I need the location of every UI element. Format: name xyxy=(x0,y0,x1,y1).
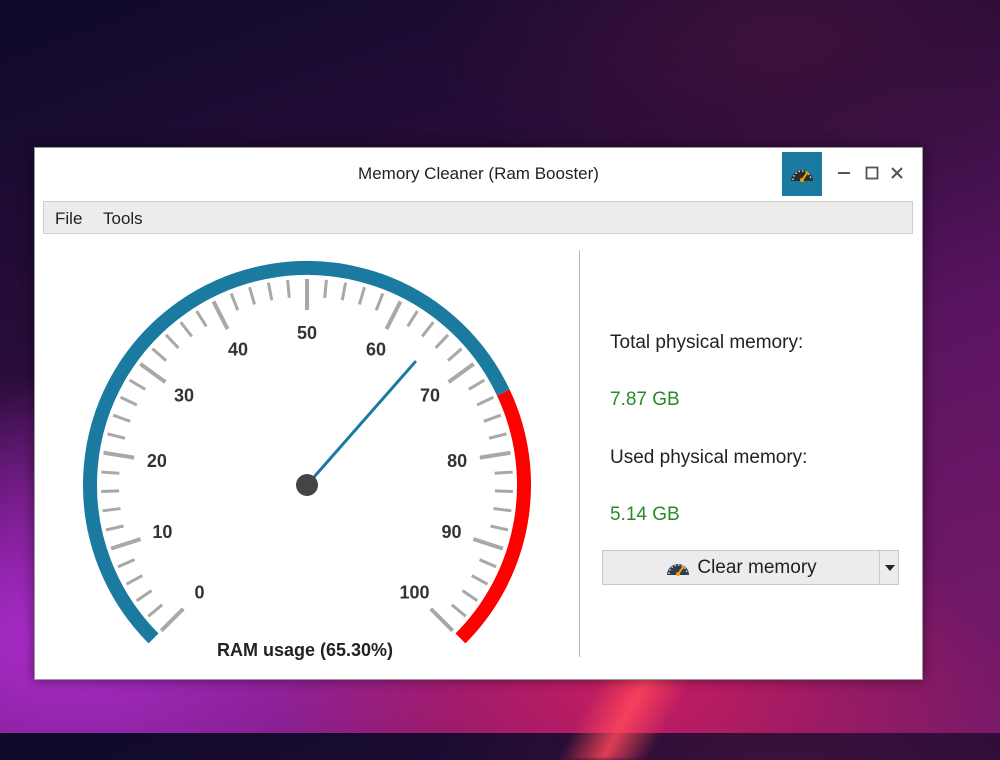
gauge-minor-tick xyxy=(461,589,479,603)
gauge-tick-label: 100 xyxy=(399,582,429,602)
gauge-minor-tick xyxy=(471,574,489,586)
gauge-minor-tick xyxy=(406,310,419,328)
gauge-minor-tick xyxy=(229,292,240,311)
gauge-tick-label: 10 xyxy=(152,522,172,542)
gauge-minor-tick xyxy=(102,507,121,513)
gauge-minor-tick xyxy=(447,347,463,362)
used-memory-label: Used physical memory: xyxy=(610,447,808,468)
gauge-major-tick xyxy=(159,607,185,633)
gauge-major-tick xyxy=(479,450,511,460)
gauge-minor-tick xyxy=(147,603,164,618)
gauge-minor-tick xyxy=(468,378,486,391)
gauge-minor-tick xyxy=(358,286,366,305)
gauge-minor-tick xyxy=(101,470,120,475)
gauge-tick-label: 0 xyxy=(195,582,205,602)
menu-tools[interactable]: Tools xyxy=(103,209,143,229)
speedometer-icon[interactable] xyxy=(782,152,822,196)
gauge-minor-tick xyxy=(483,413,502,423)
minimize-icon[interactable] xyxy=(833,162,855,184)
gauge-minor-tick xyxy=(107,432,126,440)
gauge-major-tick xyxy=(110,537,142,551)
gauge-hub xyxy=(296,474,318,496)
gauge-minor-tick xyxy=(476,395,495,407)
gauge-minor-tick xyxy=(151,347,167,362)
maximize-icon[interactable] xyxy=(861,162,883,184)
gauge-minor-tick xyxy=(340,282,348,301)
gauge-minor-tick xyxy=(125,574,143,586)
gauge-major-tick xyxy=(472,537,504,551)
gauge-needle xyxy=(305,360,418,486)
gauge-minor-tick xyxy=(286,279,291,298)
gauge-minor-tick xyxy=(179,321,193,338)
title-bar[interactable]: Memory Cleaner (Ram Booster) xyxy=(35,148,922,200)
used-memory-value: 5.14 GB xyxy=(610,504,680,525)
gauge-tick-label: 80 xyxy=(447,451,467,471)
gauge-minor-tick xyxy=(248,286,256,305)
gauge-minor-tick xyxy=(164,333,180,349)
gauge-tick-label: 70 xyxy=(420,386,440,406)
gauge-major-tick xyxy=(384,300,403,330)
gauge-minor-tick xyxy=(112,413,131,423)
gauge-tick-label: 50 xyxy=(297,323,317,343)
gauge-tick-label: 30 xyxy=(174,386,194,406)
gauge-minor-tick xyxy=(478,558,497,569)
gauge-minor-tick xyxy=(323,279,328,298)
ram-gauge: 0 10 20 30 40 50 60 70 80 90 100 xyxy=(83,261,531,643)
total-memory-label: Total physical memory: xyxy=(610,332,804,353)
gauge-tick-label: 60 xyxy=(366,340,386,360)
gauge-tick-label: 20 xyxy=(147,451,167,471)
gauge-minor-tick xyxy=(195,310,208,328)
gauge-minor-tick xyxy=(374,292,385,311)
clear-memory-split-button: Clear memory xyxy=(602,550,899,585)
gauge-minor-tick xyxy=(421,321,435,338)
gauge-minor-tick xyxy=(494,489,513,493)
close-icon[interactable] xyxy=(886,162,908,184)
gauge-major-tick xyxy=(139,362,167,384)
gauge-minor-tick xyxy=(266,282,274,301)
clear-memory-button[interactable]: Clear memory xyxy=(603,551,879,584)
gauge-tick-label: 90 xyxy=(442,522,462,542)
gauge-minor-tick xyxy=(101,489,120,493)
gauge-danger-arc xyxy=(455,389,531,643)
gauge-minor-tick xyxy=(117,558,136,569)
gauge-minor-tick xyxy=(450,603,467,618)
app-window: Memory Cleaner (Ram Booster) File Tools … xyxy=(34,147,923,680)
gauge-minor-tick xyxy=(488,432,507,440)
caret-down-icon[interactable] xyxy=(879,551,899,584)
gauge-minor-tick xyxy=(434,333,450,349)
gauge-tick-label: 40 xyxy=(228,340,248,360)
gauge-minor-tick xyxy=(493,507,512,513)
menu-file[interactable]: File xyxy=(55,209,82,229)
gauge-major-tick xyxy=(103,450,135,460)
total-memory-value: 7.87 GB xyxy=(610,389,680,410)
ram-usage-caption: RAM usage (65.30%) xyxy=(216,640,394,660)
gauge-minor-tick xyxy=(494,470,513,475)
menu-bar: File Tools xyxy=(43,201,913,234)
clear-memory-label: Clear memory xyxy=(697,556,817,578)
gauge-minor-tick xyxy=(128,378,146,391)
speedometer-icon xyxy=(667,563,690,576)
gauge-major-tick xyxy=(429,607,455,633)
gauge-minor-tick xyxy=(490,524,509,532)
gauge-major-tick xyxy=(447,362,475,384)
panel-divider xyxy=(579,250,580,657)
gauge-minor-tick xyxy=(135,589,153,603)
gauge-minor-tick xyxy=(105,524,124,532)
gauge-major-tick xyxy=(211,300,230,330)
gauge-minor-tick xyxy=(119,395,138,407)
